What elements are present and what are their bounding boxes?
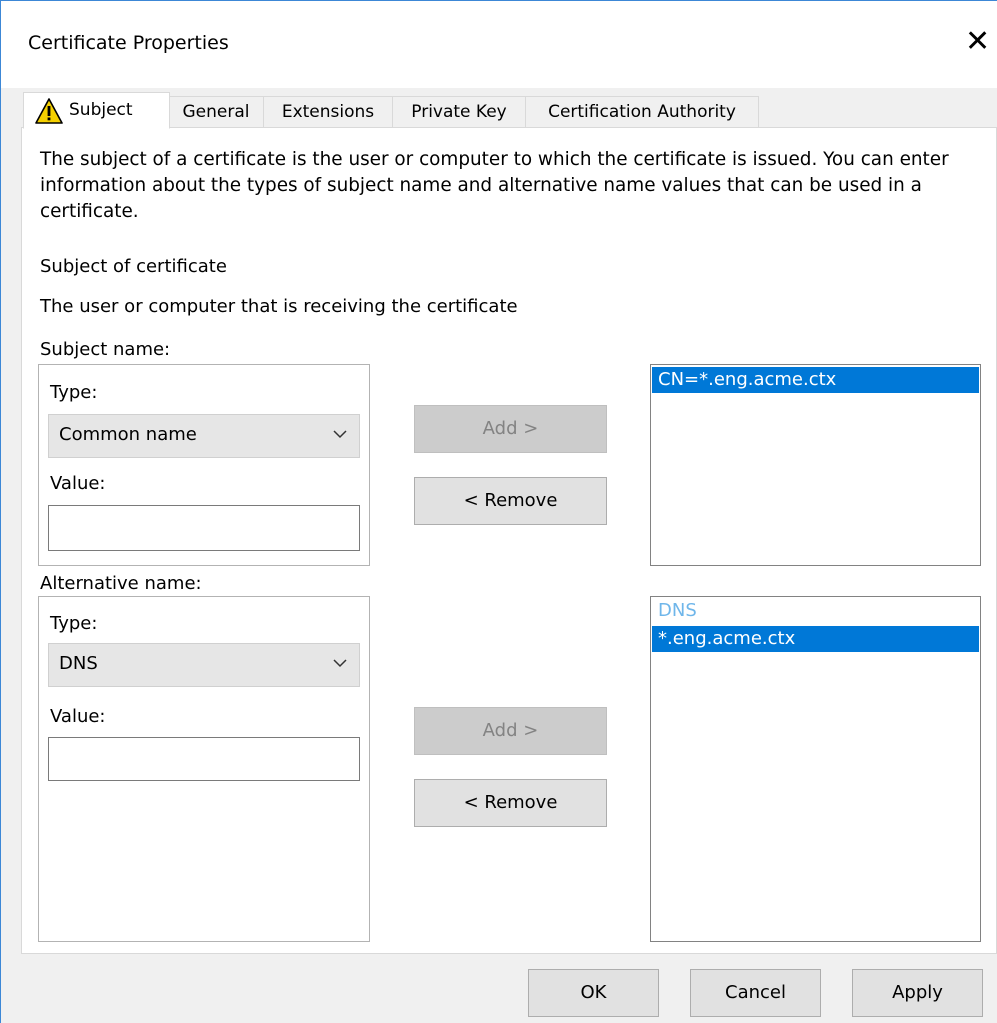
- list-item-selected[interactable]: *.eng.acme.ctx: [652, 626, 979, 652]
- subject-type-label: Type:: [50, 382, 98, 403]
- tab-general[interactable]: General: [168, 96, 264, 128]
- subject-type-value: Common name: [59, 424, 197, 445]
- section-title: Subject of certificate: [40, 256, 227, 277]
- cancel-button[interactable]: Cancel: [690, 969, 821, 1017]
- ok-button[interactable]: OK: [528, 969, 659, 1017]
- section-description: The user or computer that is receiving t…: [40, 296, 518, 317]
- list-item-selected[interactable]: CN=*.eng.acme.ctx: [652, 367, 979, 393]
- alternative-name-label: Alternative name:: [40, 573, 202, 594]
- subject-value-input[interactable]: [48, 505, 360, 551]
- tab-certification-authority[interactable]: Certification Authority: [525, 96, 759, 128]
- alternative-remove-button[interactable]: < Remove: [414, 779, 607, 827]
- alternative-type-value: DNS: [59, 653, 98, 674]
- window-border: [0, 0, 1, 1023]
- list-group-header: DNS: [658, 600, 697, 621]
- subject-value-label: Value:: [50, 473, 106, 494]
- alternative-name-list[interactable]: DNS *.eng.acme.ctx: [650, 596, 981, 942]
- alternative-type-select[interactable]: DNS: [48, 643, 360, 687]
- tab-subject[interactable]: Subject: [23, 92, 170, 129]
- alternative-add-button[interactable]: Add >: [414, 707, 607, 755]
- warning-icon: [35, 98, 63, 124]
- subject-type-select[interactable]: Common name: [48, 414, 360, 458]
- subject-name-label: Subject name:: [40, 339, 171, 360]
- window-border-top: [0, 0, 997, 1]
- subject-name-list[interactable]: CN=*.eng.acme.ctx: [650, 364, 981, 566]
- tab-label: Subject: [69, 100, 133, 120]
- chevron-down-icon: [333, 659, 347, 668]
- subject-description: The subject of a certificate is the user…: [40, 149, 949, 222]
- subject-remove-button[interactable]: < Remove: [414, 477, 607, 525]
- apply-button[interactable]: Apply: [852, 969, 983, 1017]
- tab-private-key[interactable]: Private Key: [392, 96, 526, 128]
- alternative-value-label: Value:: [50, 706, 106, 727]
- close-icon[interactable]: ✕: [965, 27, 995, 58]
- alternative-type-label: Type:: [50, 613, 98, 634]
- subject-add-button[interactable]: Add >: [414, 405, 607, 453]
- window-title: Certificate Properties: [28, 32, 229, 54]
- chevron-down-icon: [333, 430, 347, 439]
- tab-extensions[interactable]: Extensions: [263, 96, 393, 128]
- alternative-value-input[interactable]: [48, 737, 360, 781]
